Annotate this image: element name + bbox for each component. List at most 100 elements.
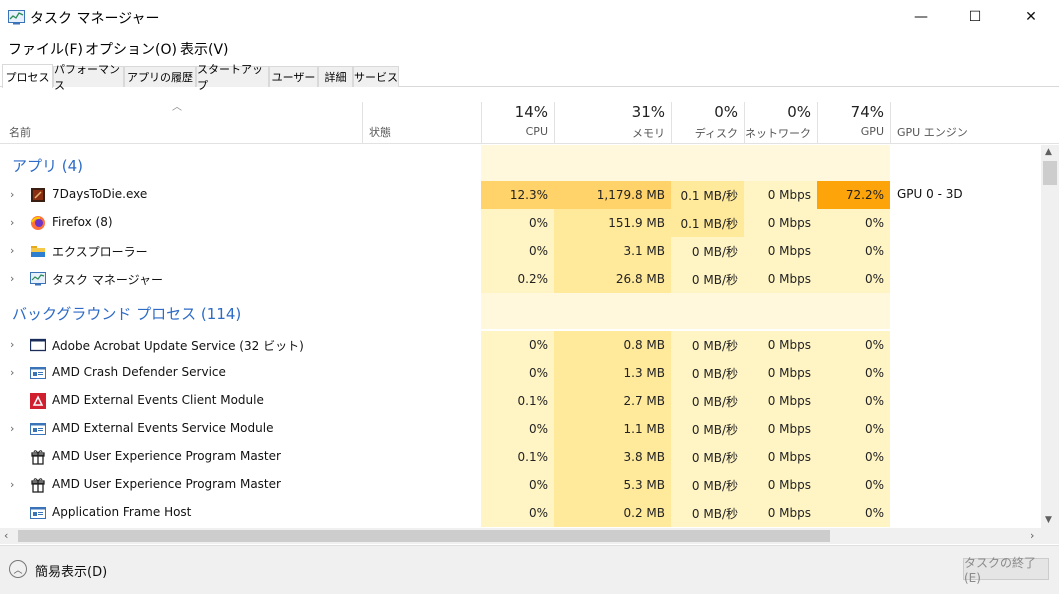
process-name: AMD External Events Service Module xyxy=(52,421,274,435)
column-memory[interactable]: メモリ xyxy=(555,125,665,141)
cpu-cell: 0.1% xyxy=(481,443,554,471)
chevron-right-icon[interactable]: › xyxy=(10,478,14,491)
table-row[interactable]: › 7DaysToDie.exe 12.3% 1,179.8 MB 0.1 MB/秒 0 … xyxy=(0,181,1041,209)
column-divider xyxy=(362,102,363,144)
close-button[interactable]: ✕ xyxy=(1008,0,1054,34)
column-status[interactable]: 状態 xyxy=(369,124,391,140)
firefox-icon xyxy=(31,216,45,230)
cpu-cell: 0.1% xyxy=(481,387,554,415)
scrollbar-corner xyxy=(1041,528,1059,544)
horizontal-scrollbar[interactable]: ‹ › xyxy=(0,528,1041,544)
column-network-percent: 0% xyxy=(787,103,811,121)
column-gpu-engine[interactable]: GPU エンジン xyxy=(897,124,968,140)
group-background[interactable]: バックグラウンド プロセス (114) xyxy=(0,293,1041,329)
gift-icon xyxy=(31,450,45,465)
service-icon xyxy=(30,423,46,435)
memory-cell: 0.2 MB xyxy=(554,499,671,527)
gpu-cell: 0% xyxy=(817,209,890,237)
tab-bar: プロセス パフォーマンス アプリの履歴 スタートアップ ユーザー 詳細 サービス xyxy=(0,63,1059,92)
chevron-right-icon[interactable]: › xyxy=(10,422,14,435)
scroll-down-icon[interactable]: ▼ xyxy=(1045,515,1052,525)
gpu-cell: 72.2% xyxy=(817,181,890,209)
column-name[interactable]: 名前 xyxy=(9,124,31,140)
tab-startup[interactable]: スタートアップ xyxy=(196,63,269,92)
table-row[interactable]: AMD External Events Client Module 0.1% 2.7… xyxy=(0,387,1041,415)
network-cell: 0 Mbps xyxy=(744,359,817,387)
menu-view[interactable]: 表示(V) xyxy=(180,39,229,59)
process-name: Firefox (8) xyxy=(52,215,113,229)
process-name: 7DaysToDie.exe xyxy=(52,187,148,201)
tab-processes[interactable]: プロセス xyxy=(2,64,53,88)
table-row[interactable]: › AMD Crash Defender Service 0% 1.3 MB 0 MB/… xyxy=(0,359,1041,387)
column-divider xyxy=(890,102,891,144)
table-row[interactable]: › AMD External Events Service Module 0% 1.1… xyxy=(0,415,1041,443)
memory-cell: 0.8 MB xyxy=(554,331,671,359)
footer: ︿ 簡易表示(D) タスクの終了(E) xyxy=(0,545,1059,594)
column-gpu[interactable]: GPU xyxy=(818,125,884,138)
scroll-right-icon[interactable]: › xyxy=(1030,529,1034,542)
column-cpu-percent: 14% xyxy=(514,103,548,121)
fewer-details-button[interactable]: 簡易表示(D) xyxy=(35,561,107,580)
empty-cell xyxy=(817,145,890,181)
column-network[interactable]: ネットワーク xyxy=(745,125,811,141)
disk-cell: 0.1 MB/秒 xyxy=(671,209,744,237)
chevron-right-icon[interactable]: › xyxy=(10,272,14,285)
cpu-cell: 0% xyxy=(481,499,554,527)
process-name: タスク マネージャー xyxy=(52,273,163,287)
gpu-cell: 0% xyxy=(817,415,890,443)
table-row[interactable]: AMD User Experience Program Master 0.1% 3.… xyxy=(0,443,1041,471)
memory-cell: 2.7 MB xyxy=(554,387,671,415)
scroll-left-icon[interactable]: ‹ xyxy=(4,529,8,542)
empty-cell xyxy=(481,145,554,181)
chevron-right-icon[interactable]: › xyxy=(10,188,14,201)
gpu-cell: 0% xyxy=(817,499,890,527)
tab-services[interactable]: サービス xyxy=(353,66,399,87)
scroll-thumb[interactable] xyxy=(18,530,830,542)
table-row[interactable]: Application Frame Host 0% 0.2 MB 0 MB/秒 0 Mb… xyxy=(0,499,1041,527)
disk-cell: 0 MB/秒 xyxy=(671,387,744,415)
chevron-up-icon[interactable]: ︿ xyxy=(9,560,27,578)
network-cell: 0 Mbps xyxy=(744,209,817,237)
table-row[interactable]: › エクスプローラー 0% 3.1 MB 0 MB/秒 0 Mbps 0% xyxy=(0,237,1041,265)
disk-cell: 0 MB/秒 xyxy=(671,359,744,387)
menu-options[interactable]: オプション(O) xyxy=(85,39,177,59)
disk-cell: 0.1 MB/秒 xyxy=(671,181,744,209)
column-disk[interactable]: ディスク xyxy=(672,125,738,141)
column-cpu[interactable]: CPU xyxy=(482,125,548,138)
chevron-right-icon[interactable]: › xyxy=(10,216,14,229)
memory-cell: 26.8 MB xyxy=(554,265,671,293)
scroll-up-icon[interactable]: ▲ xyxy=(1045,147,1052,157)
group-title: アプリ (4) xyxy=(12,157,84,175)
menu-file[interactable]: ファイル(F) xyxy=(8,39,83,59)
group-apps[interactable]: アプリ (4) xyxy=(0,145,1041,181)
chevron-right-icon[interactable]: › xyxy=(10,244,14,257)
table-row[interactable]: › AMD User Experience Program Master 0% 5.3… xyxy=(0,471,1041,499)
minimize-button[interactable]: — xyxy=(898,0,944,34)
tab-users[interactable]: ユーザー xyxy=(269,66,318,87)
cpu-cell: 0% xyxy=(481,471,554,499)
disk-cell: 0 MB/秒 xyxy=(671,237,744,265)
disk-cell: 0 MB/秒 xyxy=(671,499,744,527)
end-task-button[interactable]: タスクの終了(E) xyxy=(963,556,1049,585)
maximize-button[interactable]: ☐ xyxy=(952,0,998,34)
table-row[interactable]: › タスク マネージャー 0.2% 26.8 MB 0 MB/秒 0 Mbps 0% xyxy=(0,265,1041,293)
empty-cell xyxy=(671,293,744,329)
scroll-thumb[interactable] xyxy=(1043,161,1057,185)
gift-icon xyxy=(31,478,45,493)
window-icon xyxy=(30,338,46,352)
sort-up-icon: ︿ xyxy=(172,102,182,113)
empty-cell xyxy=(554,145,671,181)
tab-details[interactable]: 詳細 xyxy=(318,66,353,87)
service-icon xyxy=(30,507,46,519)
tab-performance[interactable]: パフォーマンス xyxy=(53,63,124,92)
chevron-right-icon[interactable]: › xyxy=(10,338,14,351)
table-row[interactable]: › Firefox (8) 0% 151.9 MB 0.1 MB/秒 0 Mbps 0% xyxy=(0,209,1041,237)
empty-cell xyxy=(744,293,817,329)
disk-cell: 0 MB/秒 xyxy=(671,415,744,443)
tab-app-history[interactable]: アプリの履歴 xyxy=(124,66,196,87)
network-cell: 0 Mbps xyxy=(744,387,817,415)
vertical-scrollbar[interactable]: ▲ ▼ xyxy=(1041,145,1059,528)
table-row[interactable]: › Adobe Acrobat Update Service (32 ビット) 0%… xyxy=(0,331,1041,359)
gpu-cell: 0% xyxy=(817,331,890,359)
chevron-right-icon[interactable]: › xyxy=(10,366,14,379)
